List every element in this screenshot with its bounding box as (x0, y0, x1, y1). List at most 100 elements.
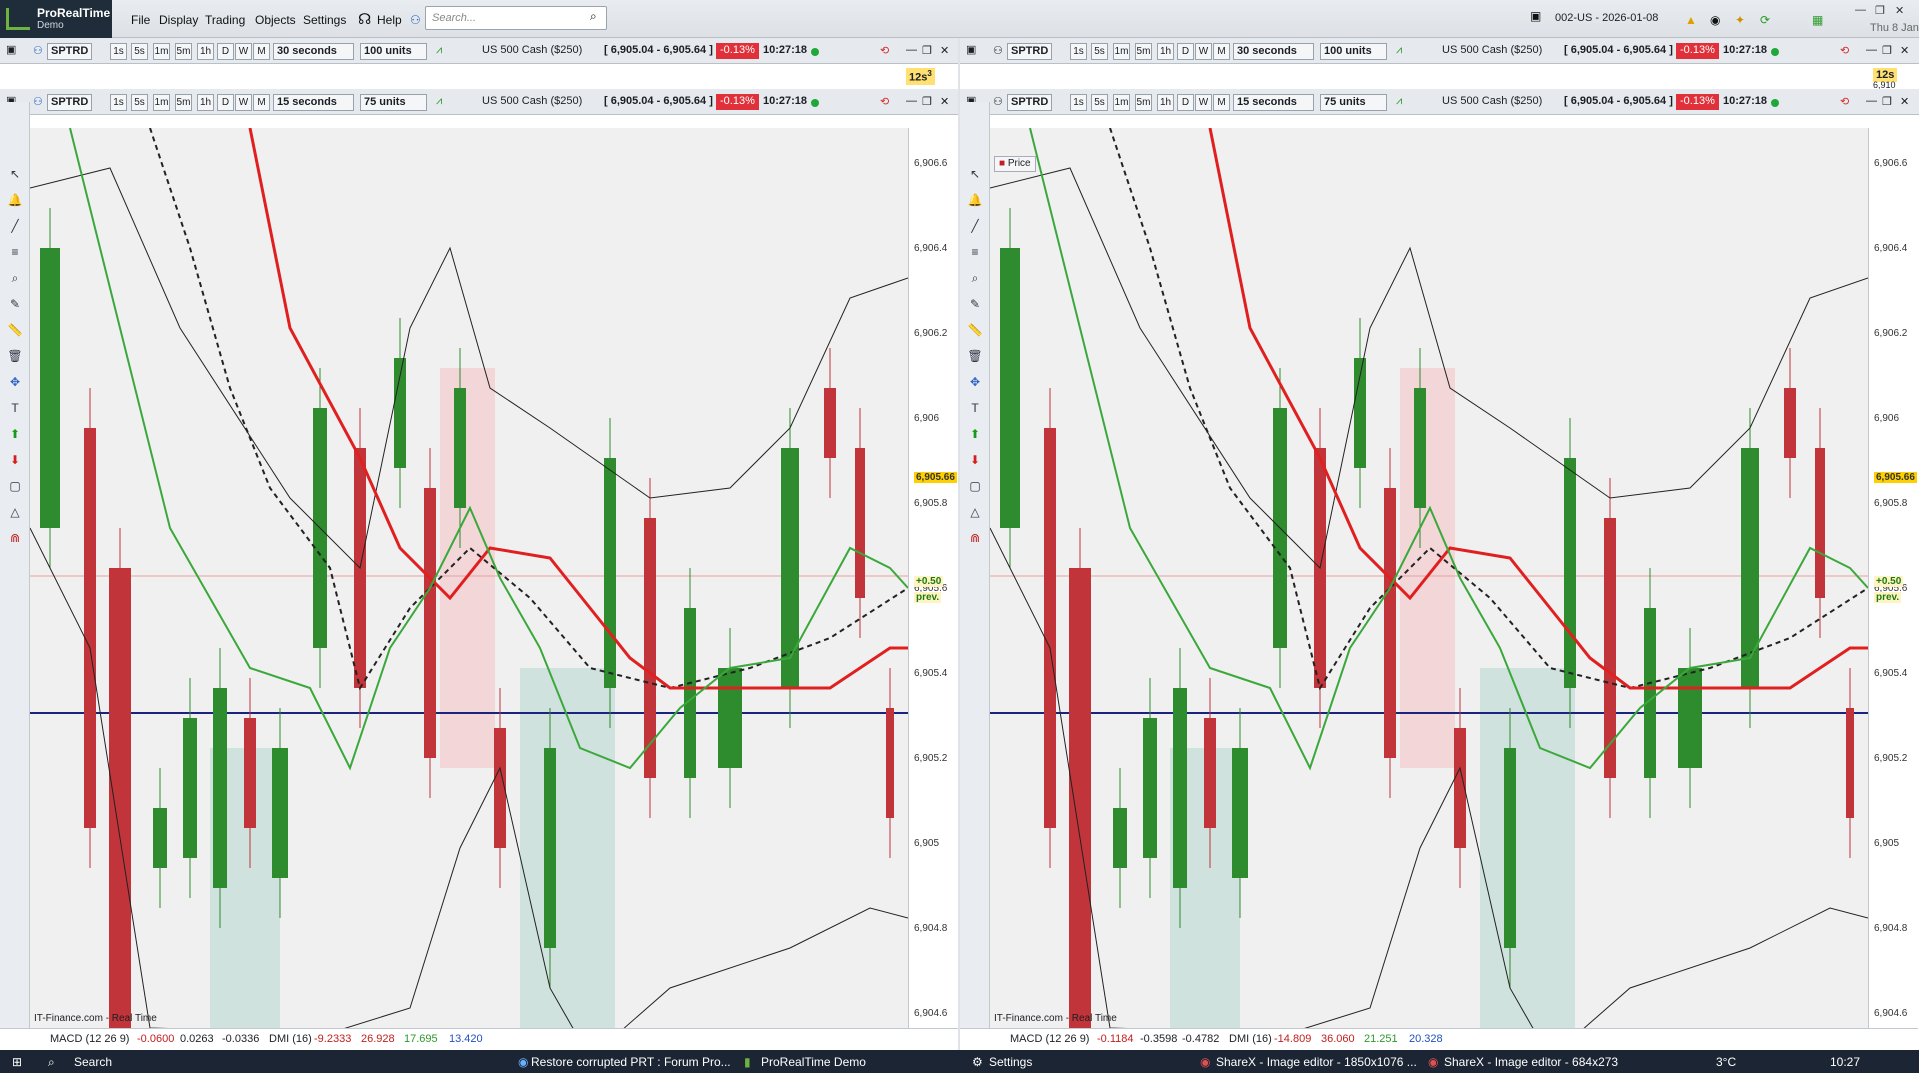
zoom-tool-icon[interactable]: ⌕ (967, 270, 983, 286)
task-sharex-1[interactable]: ShareX - Image editor - 1850x1076 ... (1216, 1055, 1417, 1069)
tf-w[interactable]: W (235, 43, 252, 60)
trash-tool-icon[interactable]: 🗑 (967, 348, 983, 364)
tf-5s[interactable]: 5s (1091, 43, 1108, 60)
ruler-tool-icon[interactable]: 📏 (967, 322, 983, 338)
tf-1h[interactable]: 1h (1157, 43, 1174, 60)
text-tool-icon[interactable]: T (967, 400, 983, 416)
move-tool-icon[interactable]: ✥ (967, 374, 983, 390)
tf-d[interactable]: D (217, 94, 234, 111)
close-icon[interactable]: ✕ (940, 95, 949, 108)
tf-w[interactable]: W (235, 94, 252, 111)
pencil-tool-icon[interactable]: ✎ (967, 296, 983, 312)
menu-display[interactable]: Display (159, 13, 198, 27)
symbol-select[interactable]: SPTRD (1007, 94, 1053, 111)
tf-m[interactable]: M (1213, 94, 1230, 111)
tf-1s[interactable]: 1s (110, 43, 127, 60)
refresh-icon[interactable]: ⟲ (1840, 44, 1849, 57)
menu-trading[interactable]: Trading (205, 13, 245, 27)
link-icon[interactable]: ⚇ (993, 44, 1003, 57)
pencil-tool-icon[interactable]: ✎ (7, 296, 23, 312)
interval-select[interactable]: 15 seconds (1233, 94, 1314, 111)
buy-arrow-icon[interactable]: ⬆ (7, 426, 23, 442)
minimize-button[interactable]: — (1855, 4, 1866, 16)
tf-d[interactable]: D (217, 43, 234, 60)
tf-1m[interactable]: 1m (1113, 43, 1130, 60)
settings-icon[interactable]: ⚙ (972, 1055, 983, 1069)
alert-icon[interactable]: ▲ (1685, 13, 1697, 27)
tf-d[interactable]: D (1177, 94, 1194, 111)
chart-type-icon[interactable]: ⩘ (436, 95, 442, 108)
triangle-tool-icon[interactable]: △ (967, 504, 983, 520)
tf-5s[interactable]: 5s (1091, 94, 1108, 111)
menu-help[interactable]: Help (377, 13, 402, 27)
price-chart-left[interactable] (30, 128, 908, 1050)
refresh-icon[interactable]: ⟲ (880, 95, 889, 108)
chart-type-icon[interactable]: ⩘ (1396, 44, 1402, 57)
line-tool-icon[interactable]: ╱ (967, 218, 983, 234)
sharex-icon[interactable]: ◉ (1428, 1055, 1438, 1069)
units-select[interactable]: 100 units (1320, 43, 1387, 60)
account-selector[interactable]: 002-US - 2026-01-08 (1555, 12, 1658, 24)
cursor-tool-icon[interactable]: ↖ (7, 166, 23, 182)
minimize-icon[interactable]: — (1866, 95, 1877, 107)
menu-file[interactable]: File (131, 13, 150, 27)
minimize-icon[interactable]: — (906, 95, 917, 107)
text-tool-icon[interactable]: T (7, 400, 23, 416)
tf-m[interactable]: M (253, 43, 270, 60)
tf-m[interactable]: M (253, 94, 270, 111)
grid-icon[interactable]: ▦ (1812, 13, 1823, 27)
close-icon[interactable]: ✕ (1900, 44, 1909, 57)
tf-1h[interactable]: 1h (197, 94, 214, 111)
tf-1s[interactable]: 1s (1070, 94, 1087, 111)
task-forum[interactable]: Restore corrupted PRT : Forum Pro... (531, 1055, 731, 1069)
sell-arrow-icon[interactable]: ⬇ (967, 452, 983, 468)
close-icon[interactable]: ✕ (1900, 95, 1909, 108)
tf-5m[interactable]: 5m (175, 43, 192, 60)
sell-arrow-icon[interactable]: ⬇ (7, 452, 23, 468)
task-sharex-2[interactable]: ShareX - Image editor - 684x273 (1444, 1055, 1618, 1069)
interval-select[interactable]: 30 seconds (1233, 43, 1314, 60)
zoom-tool-icon[interactable]: ⌕ (7, 270, 23, 286)
symbol-select[interactable]: SPTRD (47, 94, 93, 111)
ruler-tool-icon[interactable]: 📏 (7, 322, 23, 338)
interval-select[interactable]: 30 seconds (273, 43, 354, 60)
chart-type-icon[interactable]: ⩘ (1396, 95, 1402, 108)
task-prorealtime[interactable]: ProRealTime Demo (761, 1055, 866, 1069)
tf-m[interactable]: M (1213, 43, 1230, 60)
chart-type-icon[interactable]: ⩘ (436, 44, 442, 57)
shape-tool-icon[interactable]: ▢ (7, 478, 23, 494)
task-settings[interactable]: Settings (989, 1055, 1032, 1069)
maximize-button[interactable]: ❐ (1875, 4, 1885, 17)
link-icon[interactable]: ⚇ (993, 95, 1003, 108)
refresh-icon[interactable]: ⟲ (880, 44, 889, 57)
tf-1m[interactable]: 1m (1113, 94, 1130, 111)
tf-5m[interactable]: 5m (175, 94, 192, 111)
units-select[interactable]: 75 units (360, 94, 427, 111)
tf-w[interactable]: W (1195, 94, 1212, 111)
close-button[interactable]: ✕ (1895, 4, 1904, 17)
prt-icon[interactable]: ▮ (744, 1055, 751, 1069)
restore-icon[interactable]: ❐ (922, 44, 932, 57)
link-icon[interactable]: ⚇ (33, 44, 43, 57)
search-input[interactable]: Search... (425, 6, 607, 30)
line-tool-icon[interactable]: ╱ (7, 218, 23, 234)
minimize-icon[interactable]: — (1866, 44, 1877, 56)
link-icon[interactable]: ⚇ (410, 13, 421, 27)
close-icon[interactable]: ✕ (940, 44, 949, 57)
triangle-tool-icon[interactable]: △ (7, 504, 23, 520)
tf-1m[interactable]: 1m (153, 43, 170, 60)
tf-1s[interactable]: 1s (1070, 43, 1087, 60)
restore-icon[interactable]: ❐ (922, 95, 932, 108)
audio-icon[interactable]: ◉ (1710, 13, 1720, 27)
tf-1s[interactable]: 1s (110, 94, 127, 111)
buy-arrow-icon[interactable]: ⬆ (967, 426, 983, 442)
browser-icon[interactable]: ◉ (518, 1055, 528, 1069)
price-legend[interactable]: ■ Price (994, 156, 1036, 172)
symbol-select[interactable]: SPTRD (47, 43, 93, 60)
tf-1h[interactable]: 1h (1157, 94, 1174, 111)
minimize-icon[interactable]: — (906, 44, 917, 56)
alert-tool-icon[interactable]: 🔔 (7, 192, 23, 208)
link-icon[interactable]: ⚇ (33, 95, 43, 108)
cursor-tool-icon[interactable]: ↖ (967, 166, 983, 182)
menu-settings[interactable]: Settings (303, 13, 346, 27)
